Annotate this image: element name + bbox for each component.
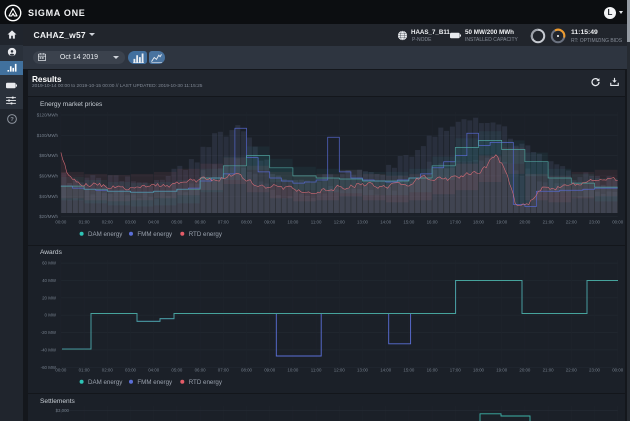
svg-text:$3,000: $3,000 (56, 408, 70, 413)
